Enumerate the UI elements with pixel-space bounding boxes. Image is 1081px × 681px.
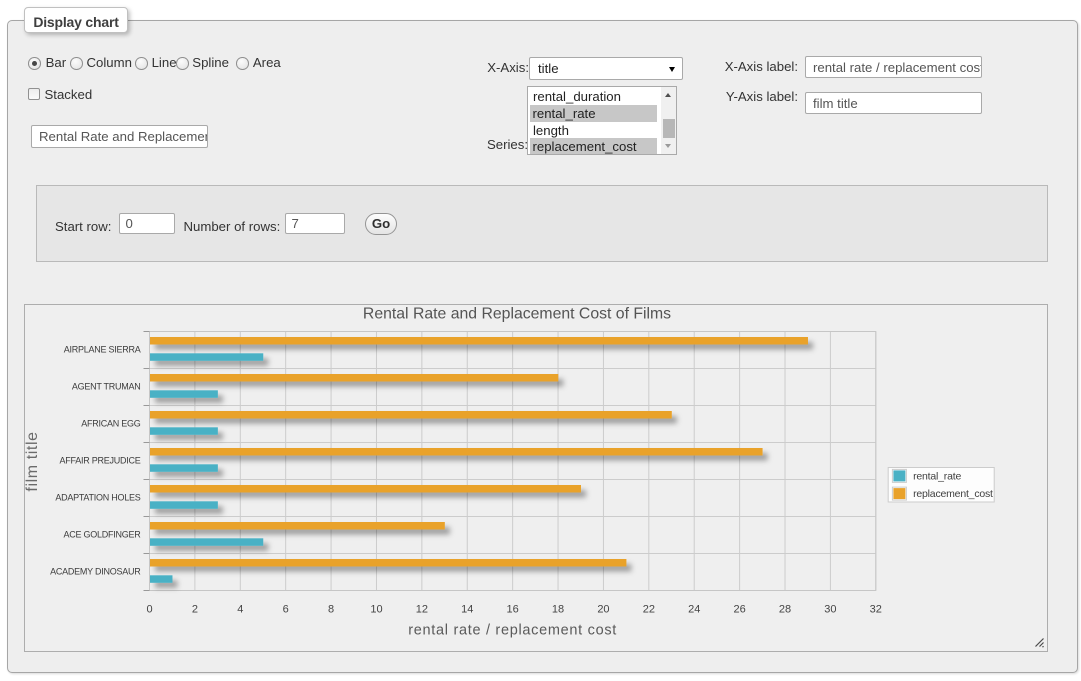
svg-text:4: 4: [237, 604, 243, 616]
svg-text:2: 2: [192, 604, 198, 616]
svg-text:rental rate / replacement cost: rental rate / replacement cost: [408, 623, 617, 639]
svg-text:ACADEMY DINOSAUR: ACADEMY DINOSAUR: [50, 567, 141, 577]
svg-text:6: 6: [283, 604, 289, 616]
svg-text:rental_rate: rental_rate: [913, 471, 961, 483]
svg-text:10: 10: [370, 604, 382, 616]
svg-text:14: 14: [461, 604, 473, 616]
svg-text:ADAPTATION HOLES: ADAPTATION HOLES: [55, 493, 140, 503]
svg-text:32: 32: [870, 604, 882, 616]
svg-text:12: 12: [416, 604, 428, 616]
svg-text:AFRICAN EGG: AFRICAN EGG: [81, 419, 141, 429]
svg-text:Rental Rate and Replacement Co: Rental Rate and Replacement Cost of Film…: [363, 306, 671, 323]
svg-text:28: 28: [779, 604, 791, 616]
svg-text:26: 26: [733, 604, 745, 616]
svg-text:film title: film title: [24, 431, 41, 491]
svg-text:16: 16: [507, 604, 519, 616]
svg-text:replacement_cost: replacement_cost: [913, 488, 993, 500]
svg-text:0: 0: [146, 604, 152, 616]
svg-text:AGENT TRUMAN: AGENT TRUMAN: [72, 382, 141, 392]
svg-text:18: 18: [552, 604, 564, 616]
svg-text:AFFAIR PREJUDICE: AFFAIR PREJUDICE: [59, 456, 140, 466]
svg-text:AIRPLANE SIERRA: AIRPLANE SIERRA: [64, 345, 141, 355]
svg-text:ACE GOLDFINGER: ACE GOLDFINGER: [63, 530, 141, 540]
svg-text:22: 22: [643, 604, 655, 616]
svg-text:30: 30: [824, 604, 836, 616]
svg-text:20: 20: [597, 604, 609, 616]
svg-text:8: 8: [328, 604, 334, 616]
svg-text:24: 24: [688, 604, 700, 616]
